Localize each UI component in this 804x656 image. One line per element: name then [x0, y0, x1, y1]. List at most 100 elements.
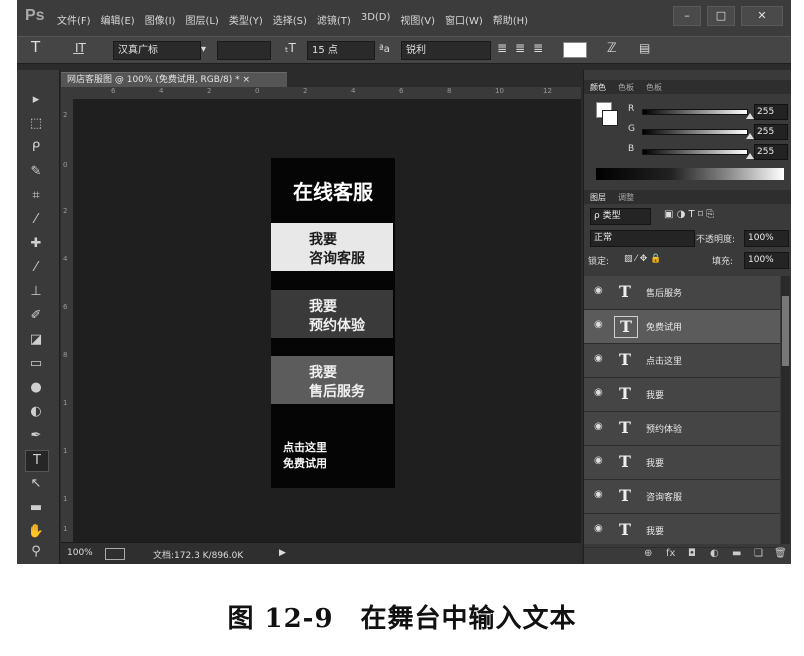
path-select-tool-icon[interactable]: ↖: [25, 474, 47, 494]
type-tool-icon[interactable]: T: [25, 450, 49, 472]
tab-swatches-2[interactable]: 色板: [646, 82, 662, 93]
layer-row[interactable]: ◉ T 点击这里: [584, 344, 780, 378]
fx-icon[interactable]: fx: [666, 548, 675, 559]
move-tool-icon[interactable]: ▸: [25, 90, 47, 110]
menu-view[interactable]: 视图(V): [400, 12, 435, 27]
document-tab[interactable]: 网店客服图 @ 100% (免费试用, RGB/8) * ×: [61, 72, 287, 87]
visibility-eye-icon[interactable]: ◉: [594, 353, 603, 364]
layer-name[interactable]: 我要: [646, 456, 664, 469]
minimize-button[interactable]: –: [673, 6, 701, 26]
layer-row[interactable]: ◉ T 预约体验: [584, 412, 780, 446]
visibility-eye-icon[interactable]: ◉: [594, 387, 603, 398]
layer-filter-select[interactable]: ρ 类型: [590, 208, 651, 225]
tab-color[interactable]: 颜色: [590, 82, 606, 93]
zoom-icon[interactable]: [105, 548, 125, 560]
maximize-button[interactable]: □: [707, 6, 735, 26]
crop-tool-icon[interactable]: ⌗: [25, 186, 47, 206]
text-color-swatch[interactable]: [563, 42, 587, 58]
layer-row[interactable]: ◉ T 我要: [584, 378, 780, 412]
link-layers-icon[interactable]: ⊕: [644, 548, 652, 559]
blue-slider[interactable]: B 255: [628, 144, 788, 160]
pen-tool-icon[interactable]: ✒: [25, 426, 47, 446]
menu-edit[interactable]: 编辑(E): [101, 12, 135, 27]
scrollbar-thumb[interactable]: [782, 296, 789, 366]
align-left-icon[interactable]: ≣: [497, 40, 507, 57]
mask-icon[interactable]: ◘: [688, 548, 696, 559]
marquee-tool-icon[interactable]: ⬚: [25, 114, 47, 134]
red-slider[interactable]: R 255: [628, 104, 788, 120]
eraser-tool-icon[interactable]: ◪: [25, 330, 47, 350]
play-arrow-icon[interactable]: ▶: [279, 548, 286, 558]
layer-name[interactable]: 售后服务: [646, 286, 682, 299]
menu-select[interactable]: 选择(S): [273, 12, 307, 27]
chevron-down-icon[interactable]: ▾: [201, 41, 206, 58]
menu-filter[interactable]: 滤镜(T): [317, 12, 351, 27]
artboard[interactable]: 在线客服 我要 咨询客服 我要 预约体验 我要 售后服务 点击这里 免费试用: [271, 158, 395, 488]
folder-icon[interactable]: ▬: [732, 548, 741, 559]
align-center-icon[interactable]: ≣: [515, 40, 525, 57]
green-thumb[interactable]: [746, 133, 754, 139]
menu-help[interactable]: 帮助(H): [493, 12, 528, 27]
hand-tool-icon[interactable]: ✋: [25, 522, 47, 542]
green-track[interactable]: [642, 129, 748, 135]
menu-image[interactable]: 图像(I): [145, 12, 176, 27]
layer-name[interactable]: 我要: [646, 524, 664, 537]
trash-icon[interactable]: 🗑: [774, 548, 787, 559]
close-button[interactable]: ✕: [741, 6, 783, 26]
visibility-eye-icon[interactable]: ◉: [594, 421, 603, 432]
align-right-icon[interactable]: ≣: [533, 40, 543, 57]
quick-select-tool-icon[interactable]: ✎: [25, 162, 47, 182]
blur-tool-icon[interactable]: ●: [25, 378, 47, 398]
menu-layer[interactable]: 图层(L): [185, 12, 218, 27]
canvas-area[interactable]: 在线客服 我要 咨询客服 我要 预约体验 我要 售后服务 点击这里 免费试用: [73, 99, 581, 542]
red-value[interactable]: 255: [754, 104, 788, 120]
shape-tool-icon[interactable]: ▬: [25, 498, 47, 518]
new-layer-icon[interactable]: ❏: [754, 548, 763, 559]
fill-input[interactable]: 100%: [744, 252, 789, 269]
stamp-tool-icon[interactable]: ⊥: [25, 282, 47, 302]
green-value[interactable]: 255: [754, 124, 788, 140]
brush-tool-icon[interactable]: ⁄: [25, 258, 47, 278]
visibility-eye-icon[interactable]: ◉: [594, 523, 603, 534]
lasso-tool-icon[interactable]: ᑭ: [25, 138, 47, 158]
visibility-eye-icon[interactable]: ◉: [594, 489, 603, 500]
zoom-level[interactable]: 100%: [67, 548, 93, 558]
tab-swatches[interactable]: 色板: [618, 82, 634, 93]
menu-3d[interactable]: 3D(D): [361, 12, 391, 27]
blend-mode-select[interactable]: 正常: [590, 230, 695, 247]
free-trial-text[interactable]: 点击这里 免费试用: [283, 440, 327, 472]
background-color-swatch[interactable]: [602, 110, 618, 126]
menu-file[interactable]: 文件(F): [57, 12, 91, 27]
green-slider[interactable]: G 255: [628, 124, 788, 140]
layer-row[interactable]: ◉ T 我要: [584, 446, 780, 480]
filter-icons[interactable]: ▣ ◑ T ⌑ ⎘: [664, 209, 714, 225]
tab-layers[interactable]: 图层: [590, 192, 606, 203]
layer-row[interactable]: ◉ T 咨询客服: [584, 480, 780, 514]
warp-text-icon[interactable]: ℤ: [607, 40, 617, 57]
blue-track[interactable]: [642, 149, 748, 155]
layers-scrollbar[interactable]: [781, 276, 790, 544]
adjustment-icon[interactable]: ◐: [710, 548, 719, 559]
history-brush-icon[interactable]: ✐: [25, 306, 47, 326]
lock-icons[interactable]: ▨ ⁄ ✥ 🔒: [624, 254, 661, 270]
character-panel-icon[interactable]: ▤: [639, 40, 650, 57]
layer-name[interactable]: 预约体验: [646, 422, 682, 435]
blue-value[interactable]: 255: [754, 144, 788, 160]
red-thumb[interactable]: [746, 113, 754, 119]
antialias-select[interactable]: 锐利: [401, 41, 491, 60]
font-size-select[interactable]: 15 点: [307, 41, 375, 60]
layer-name[interactable]: 免费试用: [646, 320, 682, 333]
opacity-input[interactable]: 100%: [744, 230, 789, 247]
blue-thumb[interactable]: [746, 153, 754, 159]
tab-adjustments[interactable]: 调整: [618, 192, 634, 203]
menu-window[interactable]: 窗口(W): [445, 12, 483, 27]
layer-row-selected[interactable]: ◉ T 免费试用: [584, 310, 780, 344]
zoom-tool-icon[interactable]: ⚲: [25, 542, 47, 562]
visibility-eye-icon[interactable]: ◉: [594, 319, 603, 330]
healing-tool-icon[interactable]: ✚: [25, 234, 47, 254]
menu-type[interactable]: 类型(Y): [229, 12, 263, 27]
visibility-eye-icon[interactable]: ◉: [594, 455, 603, 466]
layer-name[interactable]: 咨询客服: [646, 490, 682, 503]
type-tool-icon[interactable]: T: [31, 39, 40, 56]
layer-row[interactable]: ◉ T 售后服务: [584, 276, 780, 310]
